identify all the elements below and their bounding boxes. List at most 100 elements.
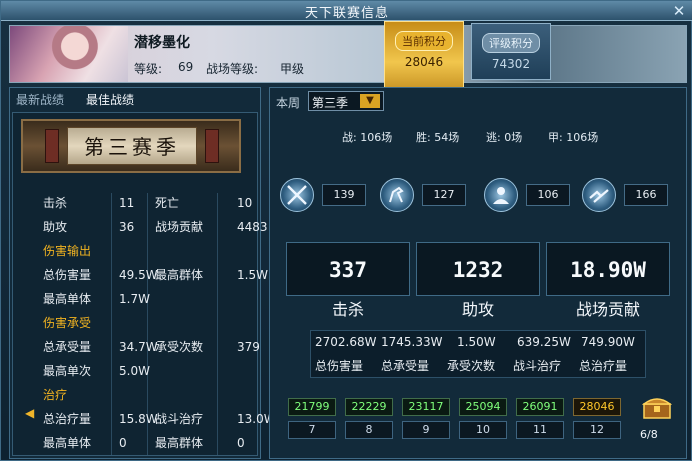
icon-stat-value: 166 <box>624 184 668 206</box>
total-heal-label: 总治疗量 <box>579 359 628 373</box>
current-score-label: 当前积分 <box>395 31 453 51</box>
assists-total-label: 助攻 <box>461 300 494 319</box>
stat-value: 49.5W <box>119 268 158 282</box>
stat-label: 助攻 <box>43 220 68 234</box>
icon-stat-value: 139 <box>322 184 366 206</box>
player-header: 潜移墨化 等级: 69 战场等级: 甲级 <box>9 25 687 83</box>
week-button[interactable]: 10 <box>459 421 507 439</box>
week-button[interactable]: 9 <box>402 421 450 439</box>
stat-value: 36 <box>119 220 135 234</box>
summary-wins: 胜: 54场 <box>416 131 460 144</box>
battle-heal-label: 战斗治疗 <box>513 359 562 373</box>
stat-label: 总治疗量 <box>43 412 92 426</box>
scroll-roll-right <box>205 129 219 163</box>
week-button[interactable]: 12 <box>573 421 621 439</box>
stat-label: 战场贡献 <box>155 220 204 234</box>
stat-label: 承受次数 <box>155 340 204 354</box>
total-taken-value: 1745.33W <box>381 335 443 349</box>
weekly-history: 21799 7 22229 8 23117 9 25094 10 26091 11 28046 12 <box>288 398 628 444</box>
handshake-icon <box>582 178 616 212</box>
stat-value: 0 <box>119 436 127 450</box>
section-header: 伤害承受 <box>13 313 259 333</box>
stat-label: 最高单体 <box>43 436 92 450</box>
stat-label: 最高群体 <box>155 268 204 282</box>
left-panel: 最新战绩 最佳战绩 第三赛季 击杀 11 死亡 10 助攻 36 战场贡献 4483 伤害输出总… <box>9 87 276 459</box>
stat-value: 34.7W <box>119 340 158 354</box>
week-score: 26091 <box>516 398 564 416</box>
window-title: 天下联赛信息 <box>304 6 389 21</box>
week-button[interactable]: 8 <box>345 421 393 439</box>
week-label: 本周 <box>276 96 301 110</box>
stat-row: 最高单体 1.7W <box>13 289 259 309</box>
week-score: 22229 <box>345 398 393 416</box>
chest-count: 6/8 <box>640 428 658 441</box>
summary-escapes: 逃: 0场 <box>486 131 523 144</box>
icon-stat-value: 106 <box>526 184 570 206</box>
stat-label: 死亡 <box>155 196 180 210</box>
stat-value: 0 <box>237 436 245 450</box>
stat-value: 5.0W <box>119 364 150 378</box>
close-button[interactable]: ✕ <box>671 3 687 19</box>
stat-value: 4483 <box>237 220 268 234</box>
summary-battles: 战: 106场 <box>342 131 393 144</box>
warrior-icon <box>484 178 518 212</box>
summary-jia: 甲: 106场 <box>548 131 599 144</box>
avatar <box>10 26 128 82</box>
total-damage-value: 2702.68W <box>315 335 377 349</box>
stat-row: 总承受量 34.7W 承受次数 379 <box>13 337 260 357</box>
week-button[interactable]: 7 <box>288 421 336 439</box>
level-label: 等级: <box>134 62 163 76</box>
section-title: 治疗 <box>43 388 68 402</box>
total-damage-label: 总伤害量 <box>315 359 364 373</box>
stat-value: 1.5W <box>237 268 268 282</box>
week-score: 28046 <box>573 398 621 416</box>
stat-row: 最高单次 5.0W <box>13 361 259 381</box>
scroll-roll-left <box>45 129 59 163</box>
tab-latest-record[interactable]: 最新战绩 <box>16 91 64 108</box>
stat-row: 总伤害量 49.5W 最高群体 1.5W <box>13 265 268 285</box>
tab-best-record[interactable]: 最佳战绩 <box>86 91 134 108</box>
battle-rank-value: 甲级 <box>280 62 305 76</box>
rating-score-badge: 评级积分 74302 <box>471 23 551 80</box>
chevron-down-icon: ▼ <box>360 94 380 108</box>
kills-total-label: 击杀 <box>331 300 364 319</box>
best-record-panel: 第三赛季 击杀 11 死亡 10 助攻 36 战场贡献 4483 伤害输出 总伤害量 49.5W 最高… <box>12 112 276 456</box>
level-value: 69 <box>178 60 194 74</box>
crossed-swords-icon <box>280 178 314 212</box>
section-title: 伤害承受 <box>43 316 92 330</box>
season-dropdown[interactable]: 第三季 ▼ <box>308 91 384 111</box>
section-title: 伤害输出 <box>43 244 92 258</box>
current-score-value: 28046 <box>404 55 444 69</box>
season-banner: 第三赛季 <box>21 119 241 173</box>
battle-rank-label: 战场等级: <box>206 62 259 76</box>
stat-value: 1.7W <box>119 292 150 306</box>
season-dropdown-value: 第三季 <box>312 96 349 110</box>
stat-row: 击杀 11 死亡 10 <box>13 193 259 213</box>
week-score: 21799 <box>288 398 336 416</box>
contribution-total-value: 18.90W <box>546 242 670 296</box>
treasure-chest-icon[interactable] <box>641 394 673 420</box>
contribution-total-label: 战场贡献 <box>575 300 640 319</box>
title-bar: 天下联赛信息 ✕ <box>1 1 692 21</box>
totals-box: 2702.68W 总伤害量 1745.33W 总承受量 1.50W 承受次数 6… <box>310 330 646 378</box>
assists-total-value: 1232 <box>416 242 540 296</box>
stat-row: 助攻 36 战场贡献 4483 <box>13 217 268 237</box>
stat-label: 总伤害量 <box>43 268 92 282</box>
stat-label: 最高单体 <box>43 292 92 306</box>
icon-stat-value: 127 <box>422 184 466 206</box>
stat-row: 最高单体 0 最高群体 0 <box>13 433 259 453</box>
stat-label: 战斗治疗 <box>155 412 204 426</box>
rating-score-label: 评级积分 <box>482 33 540 53</box>
section-header: 伤害输出 <box>13 241 259 261</box>
week-score: 25094 <box>459 398 507 416</box>
stat-value: 379 <box>237 340 260 354</box>
prev-arrow-icon[interactable]: ◀ <box>25 406 34 420</box>
close-icon: ✕ <box>672 2 686 20</box>
week-button[interactable]: 11 <box>516 421 564 439</box>
stat-value: 11 <box>119 196 135 210</box>
taken-count-value: 1.50W <box>457 335 496 349</box>
week-score: 23117 <box>402 398 450 416</box>
stat-label: 最高单次 <box>43 364 92 378</box>
total-heal-value: 749.90W <box>581 335 635 349</box>
season-banner-text: 第三赛季 <box>84 135 180 159</box>
